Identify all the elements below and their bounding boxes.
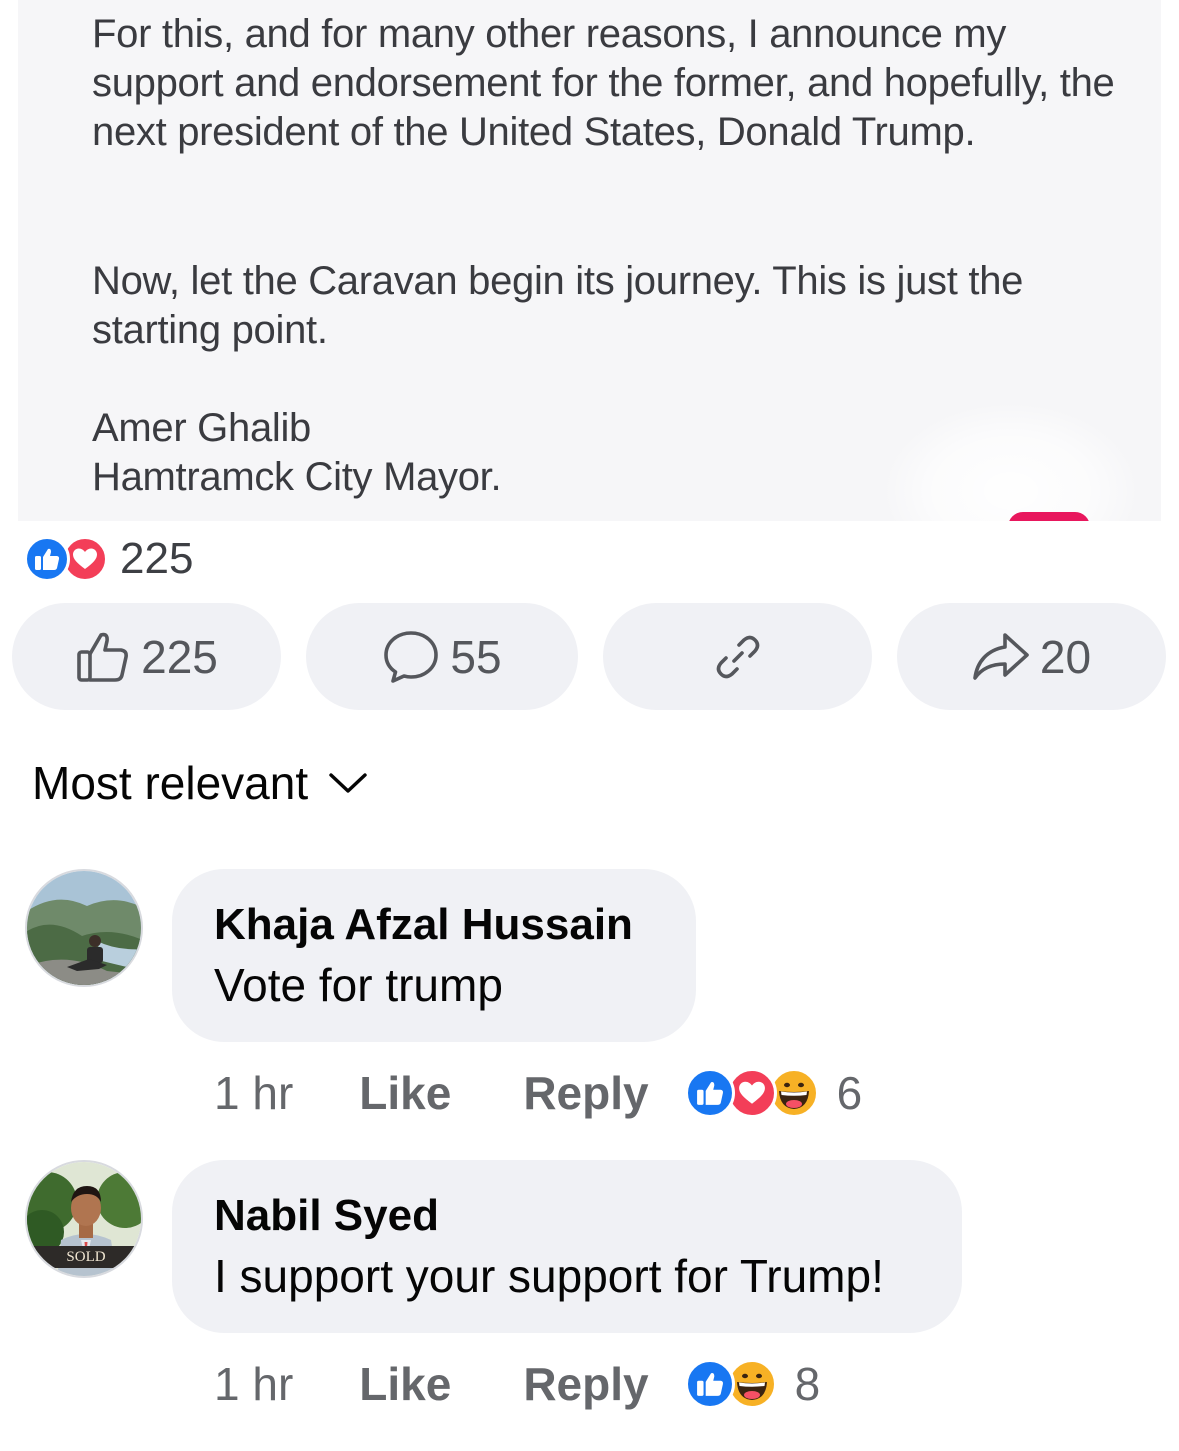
like-button[interactable]: 225 — [12, 603, 281, 710]
link-icon — [716, 635, 759, 678]
comment-reactions[interactable]: 6 — [684, 1066, 863, 1120]
comment-reaction-count: 6 — [836, 1067, 863, 1119]
comment-reactions[interactable]: 8 — [684, 1357, 821, 1411]
chevron-down-icon — [329, 773, 367, 793]
comment-meta: 1 hr Like Reply 6 — [214, 1062, 862, 1124]
thumbs-up-icon — [77, 632, 129, 682]
comment-count: 55 — [450, 630, 502, 683]
comment-time[interactable]: 1 hr — [214, 1357, 293, 1411]
letter-paragraph-1: For this, and for many other reasons, I … — [92, 12, 1115, 154]
share-arrow-icon — [973, 632, 1029, 680]
comment-author[interactable]: Khaja Afzal Hussain — [214, 897, 654, 953]
comment-reply-button[interactable]: Reply — [523, 1357, 648, 1411]
comment-sort-dropdown[interactable]: Most relevant — [32, 756, 368, 810]
reaction-count: 225 — [120, 534, 194, 583]
comment-like-button[interactable]: Like — [359, 1066, 451, 1120]
comment-reaction-count: 8 — [794, 1358, 821, 1410]
comment-like-button[interactable]: Like — [359, 1357, 451, 1411]
comment-bubble-icon — [384, 630, 439, 683]
post-image[interactable]: For this, and for many other reasons, I … — [18, 0, 1161, 521]
like-count: 225 — [141, 630, 218, 683]
comment-meta: 1 hr Like Reply 8 — [214, 1353, 820, 1415]
share-button[interactable]: 20 — [897, 603, 1166, 710]
letter-paragraph-2: Now, let the Caravan begin its journey. … — [92, 259, 1024, 352]
image-pink-shape — [1008, 512, 1090, 521]
avatar-sign-text: SOLD — [66, 1249, 106, 1265]
comment-button[interactable]: 55 — [306, 603, 578, 710]
comment-text: I support your support for Trump! — [214, 1250, 884, 1302]
copy-link-button[interactable] — [603, 603, 872, 710]
comment-bubble[interactable]: Nabil Syed I support your support for Tr… — [172, 1160, 962, 1333]
like-icon — [24, 536, 70, 582]
like-icon — [684, 1359, 735, 1409]
comment-reply-button[interactable]: Reply — [523, 1066, 648, 1120]
comment-author[interactable]: Nabil Syed — [214, 1188, 920, 1244]
avatar[interactable] — [25, 869, 143, 987]
avatar[interactable]: SOLD — [25, 1160, 143, 1278]
sort-label: Most relevant — [32, 757, 309, 809]
comment-time[interactable]: 1 hr — [214, 1066, 293, 1120]
reaction-summary[interactable]: 225 — [24, 536, 193, 582]
comment-text: Vote for trump — [214, 959, 503, 1011]
share-count: 20 — [1039, 630, 1092, 683]
like-icon — [684, 1068, 735, 1118]
comment-bubble[interactable]: Khaja Afzal Hussain Vote for trump — [172, 869, 696, 1042]
